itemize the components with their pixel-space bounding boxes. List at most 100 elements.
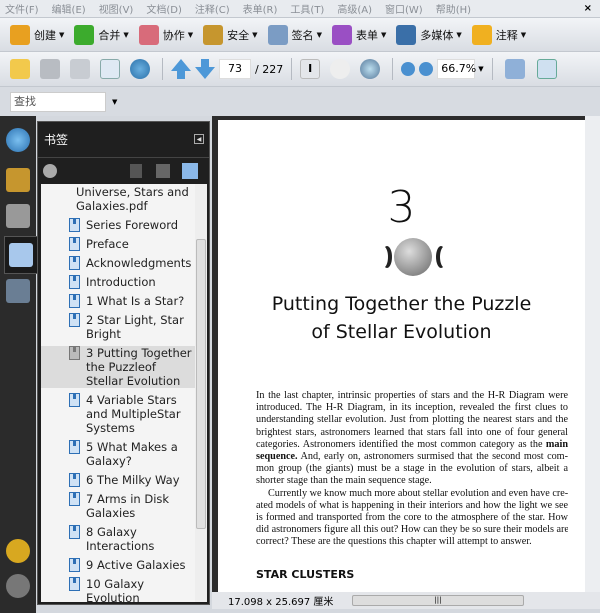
- find-toolbar: 查找 ▼: [0, 86, 600, 116]
- menu-tools[interactable]: 工具(T): [290, 1, 324, 16]
- bookmark-item[interactable]: 3 Putting Together the Puzzleof Stellar …: [41, 346, 195, 388]
- pdf-page: 3 Putting Together the Puzzle of Stellar…: [218, 120, 585, 592]
- text-line: did astronomers figure all this out? How…: [256, 524, 568, 536]
- bookmark-label: 9 Active Galaxies: [86, 558, 186, 572]
- bookmarks-scrollbar[interactable]: [195, 184, 207, 602]
- page-number-input[interactable]: 73: [219, 59, 251, 79]
- bookmark-label: Series Foreword: [86, 218, 179, 232]
- bookmark-item[interactable]: 7 Arms in Disk Galaxies: [41, 492, 195, 520]
- bookmark-label: 1 What Is a Star?: [86, 294, 185, 308]
- dropdown-caret-icon: ▼: [316, 30, 322, 39]
- toolbar-button-collaborate[interactable]: 协作 ▼: [138, 24, 194, 45]
- toolbar-button-lock[interactable]: 安全 ▼: [203, 24, 258, 45]
- previous-page-icon[interactable]: [171, 59, 191, 79]
- pages-icon[interactable]: [6, 204, 30, 228]
- zoom-level-field[interactable]: 66.7%: [437, 59, 476, 79]
- zoom-in-icon[interactable]: [419, 62, 434, 76]
- bookmark-root[interactable]: Universe, Stars and Galaxies.pdf: [41, 185, 195, 213]
- bookmark-item[interactable]: 2 Star Light, Star Bright: [41, 313, 195, 341]
- zoom-marquee-icon[interactable]: [360, 59, 381, 79]
- bold-term: sequence.: [256, 451, 298, 463]
- toolbar-button-form[interactable]: 表单 ▼: [331, 24, 386, 45]
- menu-help[interactable]: 帮助(H): [436, 1, 471, 16]
- collaborate-icon: [138, 24, 159, 45]
- toolbar-button-combine[interactable]: 合并 ▼: [74, 24, 129, 45]
- menu-comments[interactable]: 注释(C): [195, 1, 230, 16]
- hand-tool-icon[interactable]: [330, 59, 351, 79]
- open-folder-icon[interactable]: [10, 59, 30, 79]
- toolbar-button-label: 表单: [355, 28, 378, 42]
- bookmark-label: 5 What Makes a Galaxy?: [86, 440, 178, 468]
- menu-document[interactable]: 文档(D): [146, 1, 182, 16]
- fit-page-icon[interactable]: [536, 59, 557, 79]
- comments-icon[interactable]: [6, 539, 30, 563]
- menu-window[interactable]: 窗口(W): [385, 1, 423, 16]
- bookmark-item[interactable]: Introduction: [41, 275, 195, 289]
- bookmark-item[interactable]: 9 Active Galaxies: [41, 558, 195, 572]
- document-vertical-scrollbar[interactable]: [585, 116, 600, 592]
- security-lock-icon[interactable]: [6, 168, 30, 192]
- menu-file[interactable]: 文件(F): [5, 1, 39, 16]
- signatures-icon[interactable]: [6, 128, 30, 152]
- toolbar-button-comment[interactable]: 注释 ▼: [471, 24, 526, 45]
- expand-bookmark-icon[interactable]: [156, 164, 170, 178]
- attachments-icon[interactable]: [6, 574, 30, 598]
- fit-width-icon[interactable]: [504, 59, 525, 79]
- menu-advanced[interactable]: 高级(A): [337, 1, 372, 16]
- text-line: ated models of what is happening in thei…: [256, 499, 568, 511]
- bookmark-icon: [69, 294, 80, 308]
- bookmark-item[interactable]: 5 What Makes a Galaxy?: [41, 440, 195, 468]
- select-text-icon[interactable]: I: [300, 59, 321, 79]
- toolbar-button-multimedia[interactable]: 多媒体 ▼: [396, 24, 462, 45]
- dropdown-caret-icon: ▼: [59, 30, 65, 39]
- bookmarks-icon[interactable]: [9, 243, 33, 267]
- upload-globe-icon[interactable]: [130, 59, 150, 79]
- new-bookmark-icon[interactable]: [182, 163, 198, 179]
- bookmark-item[interactable]: Acknowledgments: [41, 256, 195, 270]
- bookmark-icon: [69, 218, 80, 232]
- menu-edit[interactable]: 编辑(E): [52, 1, 86, 16]
- bookmark-item[interactable]: Series Foreword: [41, 218, 195, 232]
- options-gear-icon[interactable]: [43, 164, 57, 178]
- bookmark-item[interactable]: 6 The Milky Way: [41, 473, 195, 487]
- email-icon[interactable]: [100, 59, 120, 79]
- comment-icon: [471, 24, 492, 45]
- find-dropdown-icon[interactable]: ▼: [112, 98, 117, 106]
- bookmark-icon: [69, 577, 80, 591]
- find-input[interactable]: 查找: [10, 91, 106, 112]
- toolbar-button-create[interactable]: 创建 ▼: [10, 24, 65, 45]
- next-page-icon[interactable]: [195, 59, 215, 79]
- collapse-panel-button[interactable]: ◀: [194, 134, 204, 144]
- bookmark-item[interactable]: Preface: [41, 237, 195, 251]
- bookmark-item[interactable]: 8 Galaxy Interactions: [41, 525, 195, 553]
- section-heading: STAR CLUSTERS: [256, 568, 355, 581]
- bookmark-icon: [69, 275, 80, 289]
- delete-bookmark-icon[interactable]: [130, 164, 142, 178]
- zoom-out-icon[interactable]: [401, 62, 416, 76]
- close-icon[interactable]: ×: [584, 3, 592, 14]
- save-icon[interactable]: [70, 59, 90, 79]
- bookmark-tools: [38, 158, 209, 184]
- chapter-number: 3: [387, 182, 416, 233]
- bookmark-label: 6 The Milky Way: [86, 473, 180, 487]
- bookmark-item[interactable]: 10 Galaxy Evolution: [41, 577, 195, 602]
- horizontal-scrollbar[interactable]: |||: [352, 595, 524, 606]
- dropdown-caret-icon: ▼: [187, 30, 194, 39]
- bookmark-label: 7 Arms in Disk Galaxies: [86, 492, 170, 520]
- layers-icon[interactable]: [6, 279, 30, 303]
- menu-forms[interactable]: 表单(R): [243, 1, 278, 16]
- bookmark-icon: [69, 237, 80, 251]
- scrollbar-thumb[interactable]: [196, 239, 206, 529]
- print-icon[interactable]: [40, 59, 60, 79]
- toolbar-button-label: 注释: [495, 28, 518, 42]
- toolbar-button-label: 创建: [34, 28, 56, 42]
- menu-bar: 文件(F) 编辑(E) 视图(V) 文档(D) 注释(C) 表单(R) 工具(T…: [0, 0, 600, 17]
- menu-view[interactable]: 视图(V): [99, 1, 134, 16]
- zoom-dropdown-icon[interactable]: ▼: [478, 65, 483, 73]
- toolbar-button-label: 合并: [98, 28, 121, 42]
- bookmark-item[interactable]: 1 What Is a Star?: [41, 294, 195, 308]
- toolbar-button-pen[interactable]: 签名 ▼: [267, 24, 322, 45]
- dropdown-caret-icon: ▼: [456, 30, 462, 39]
- bookmark-item[interactable]: 4 Variable Stars and MultipleStar System…: [41, 393, 195, 435]
- separator: [491, 58, 493, 80]
